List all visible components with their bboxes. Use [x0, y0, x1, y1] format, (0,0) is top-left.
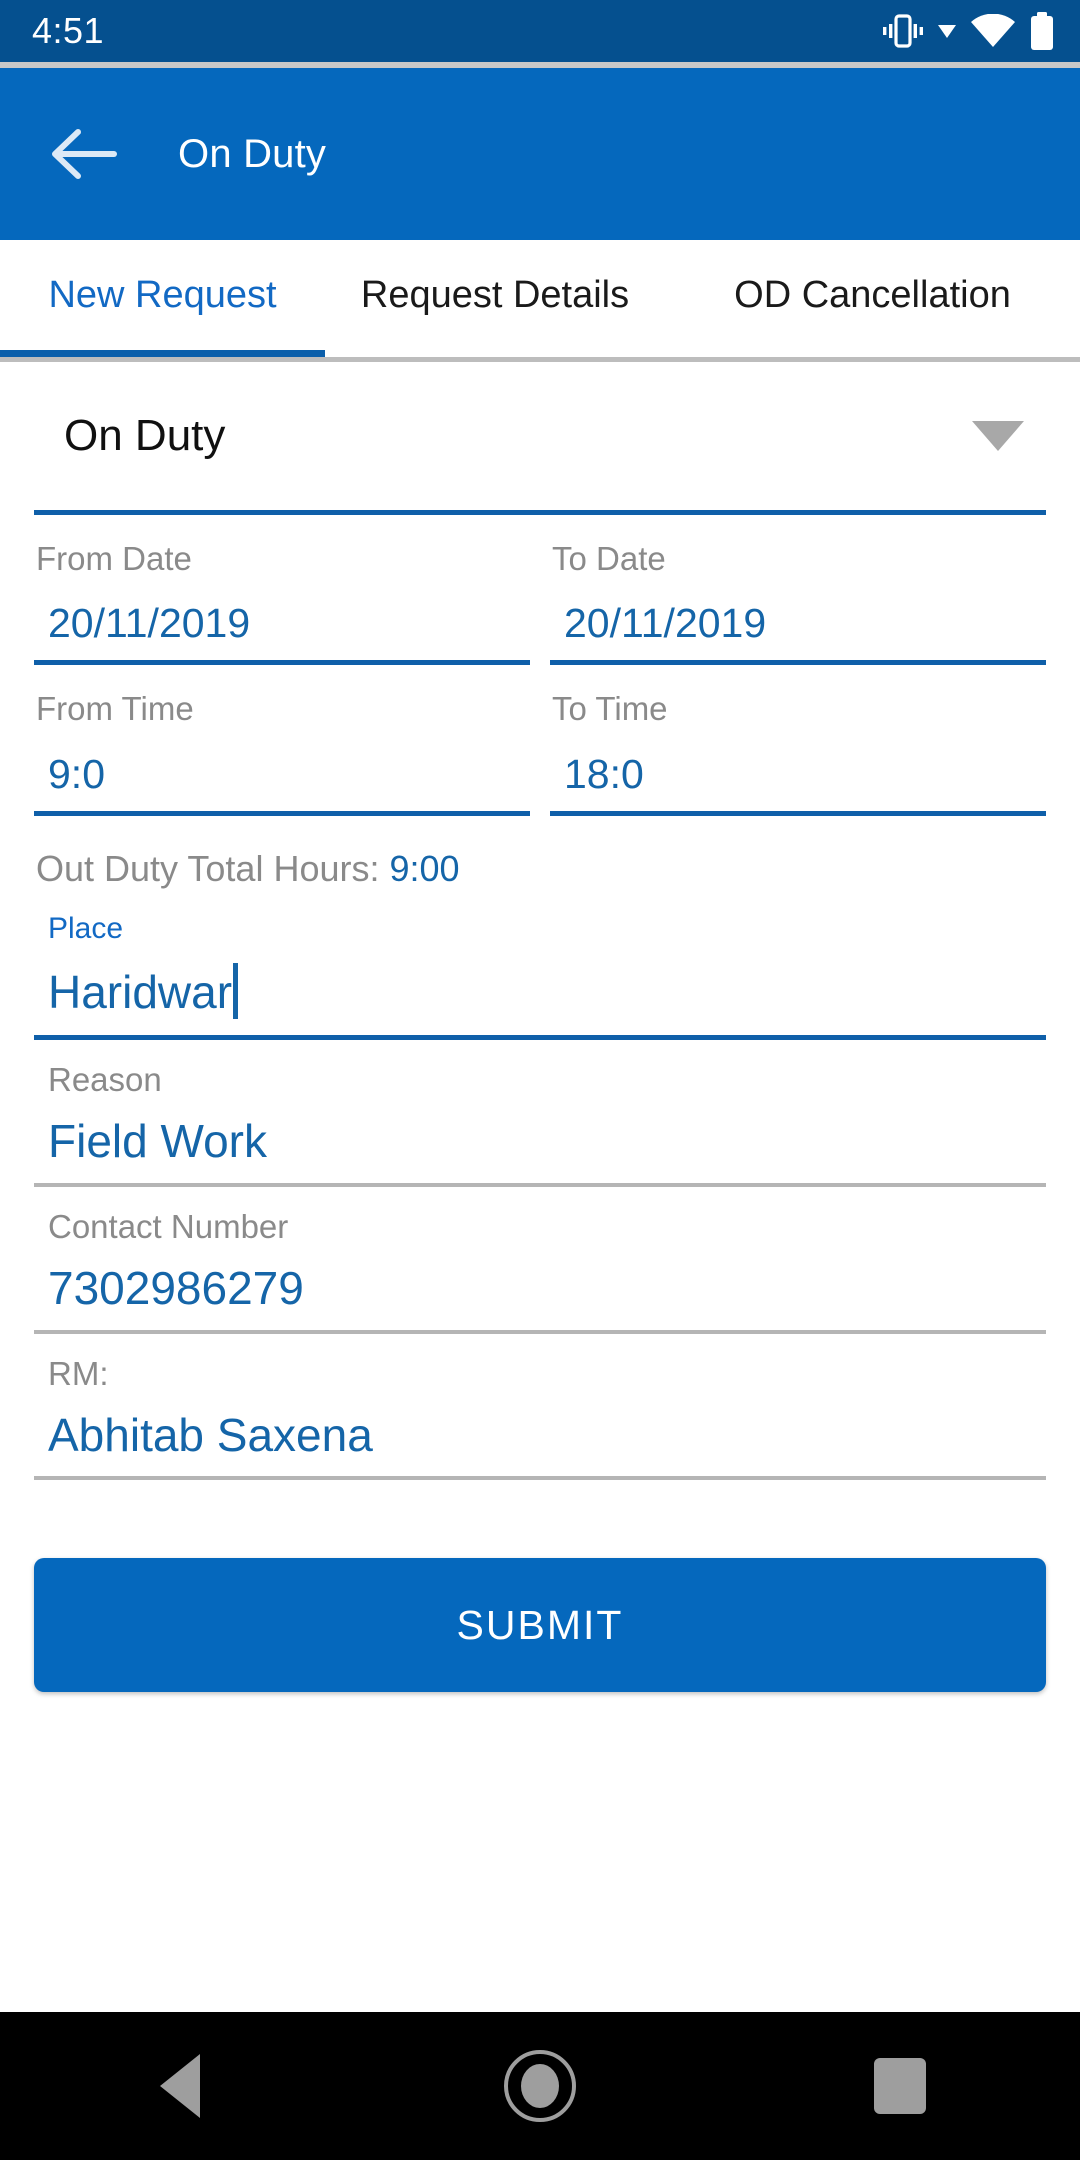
nav-home-button[interactable] [465, 2012, 615, 2160]
total-hours-value: 9:00 [389, 847, 460, 889]
submit-area: SUBMIT [34, 1480, 1046, 1693]
place-label: Place [48, 911, 124, 945]
square-recents-icon [874, 2058, 926, 2114]
time-row: From Time 9:0 To Time 18:0 [34, 665, 1046, 816]
from-date-label: From Date [36, 540, 192, 577]
page-title: On Duty [178, 131, 327, 176]
rm-label: RM: [48, 1354, 109, 1392]
rm-value: Abhitab Saxena [48, 1408, 373, 1461]
tab-active-indicator [0, 350, 325, 357]
place-value: Haridwar [34, 945, 239, 1035]
status-clock: 4:51 [32, 10, 105, 51]
from-date-input[interactable]: From Date 20/11/2019 [34, 515, 530, 666]
tab-new-request[interactable]: New Request [0, 274, 325, 329]
to-date-label: To Date [552, 540, 666, 577]
to-time-value: 18:0 [564, 750, 644, 797]
from-time-field: From Time 9:0 [34, 665, 530, 816]
duty-type-value: On Duty [64, 411, 226, 460]
from-time-label: From Time [36, 690, 194, 728]
battery-icon [1030, 12, 1054, 50]
submit-button[interactable]: SUBMIT [34, 1558, 1046, 1693]
text-cursor [233, 962, 239, 1019]
to-time-input[interactable]: To Time 18:0 [550, 665, 1046, 816]
app-bar: On Duty [0, 68, 1080, 240]
status-bar: 4:51 [0, 0, 1080, 62]
total-hours-row: Out Duty Total Hours: 9:00 [34, 816, 1046, 890]
to-date-field: To Date 20/11/2019 [550, 515, 1046, 666]
duty-type-select[interactable]: On Duty [34, 362, 1046, 515]
reason-input[interactable]: Reason Field Work [34, 1040, 1046, 1187]
arrow-left-icon [52, 129, 117, 179]
place-input[interactable]: Place Haridwar [34, 890, 1046, 1040]
total-hours-label: Out Duty Total Hours: [36, 847, 380, 889]
rm-input: RM: Abhitab Saxena [34, 1334, 1046, 1481]
to-date-value: 20/11/2019 [564, 600, 767, 647]
phone-screen: 4:51 On Duty New Request Request Details… [0, 0, 1080, 2160]
triangle-down-icon [972, 421, 1024, 451]
to-time-field: To Time 18:0 [550, 665, 1046, 816]
to-time-label: To Time [552, 690, 668, 728]
status-bar-icons [882, 12, 1054, 50]
contact-number-input[interactable]: Contact Number 7302986279 [34, 1187, 1046, 1334]
android-nav-bar [0, 2012, 1080, 2160]
reason-value: Field Work [48, 1115, 267, 1168]
from-time-value: 9:0 [48, 750, 105, 797]
tab-od-cancellation[interactable]: OD Cancellation [665, 274, 1080, 329]
from-date-field: From Date 20/11/2019 [34, 515, 530, 666]
contact-number-label: Contact Number [48, 1207, 289, 1245]
triangle-back-icon [160, 2054, 200, 2118]
reason-label: Reason [48, 1060, 162, 1098]
tab-bar: New Request Request Details OD Cancellat… [0, 240, 1080, 362]
date-row: From Date 20/11/2019 To Date 20/11/2019 [34, 515, 1046, 666]
tab-request-details[interactable]: Request Details [325, 274, 665, 329]
vibrate-icon [882, 14, 924, 48]
dropdown-caret-icon [938, 23, 956, 39]
contact-number-value: 7302986279 [48, 1261, 304, 1314]
to-date-input[interactable]: To Date 20/11/2019 [550, 515, 1046, 666]
from-date-value: 20/11/2019 [48, 600, 251, 647]
from-time-input[interactable]: From Time 9:0 [34, 665, 530, 816]
wifi-icon [970, 14, 1016, 48]
nav-back-button[interactable] [105, 2012, 255, 2160]
nav-recents-button[interactable] [825, 2012, 975, 2160]
on-duty-form: On Duty From Date 20/11/2019 To Date 20/… [0, 362, 1080, 2012]
circle-home-icon [504, 2050, 576, 2122]
back-button[interactable] [46, 117, 120, 191]
